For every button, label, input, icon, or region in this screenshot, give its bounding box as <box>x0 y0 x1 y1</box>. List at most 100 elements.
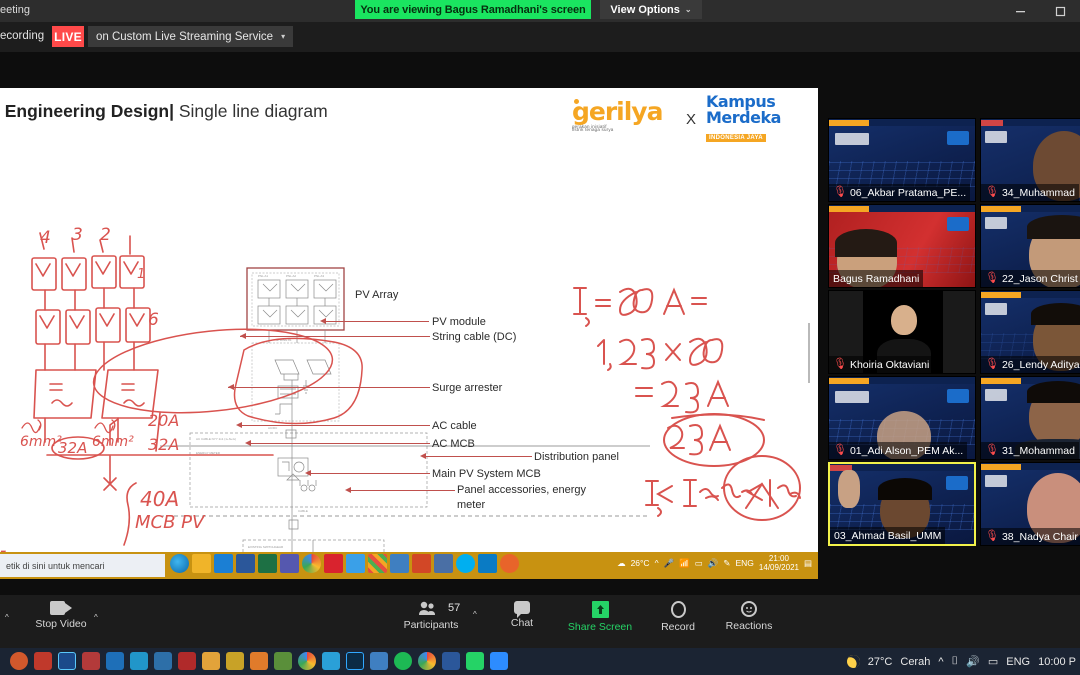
sai-icon[interactable] <box>178 652 196 670</box>
app-icon-2[interactable] <box>34 652 52 670</box>
chevron-up-icon[interactable]: ^ <box>938 656 943 668</box>
whatsapp-icon[interactable] <box>466 652 484 670</box>
volume-icon[interactable]: 🔊 <box>966 655 980 668</box>
acrobat-icon[interactable] <box>324 554 343 573</box>
mail-icon[interactable] <box>214 554 233 573</box>
app-grid-icon[interactable] <box>368 554 387 573</box>
shared-screen-content[interactable]: ailed Engineering Design| Single line di… <box>0 88 818 579</box>
windows-search-box[interactable]: etik di sini untuk mencari <box>0 554 165 577</box>
photos-icon[interactable] <box>390 554 409 573</box>
diamond-icon[interactable] <box>322 652 340 670</box>
live-streaming-service-button[interactable]: on Custom Live Streaming Service ▾ <box>88 26 294 47</box>
battery-icon[interactable]: ▭ <box>695 558 703 569</box>
host-language[interactable]: ENG <box>1006 656 1030 668</box>
file-explorer-icon[interactable] <box>192 554 211 573</box>
svg-text:2: 2 <box>100 225 111 245</box>
spotify-icon[interactable] <box>394 652 412 670</box>
bluetooth-icon[interactable] <box>154 652 172 670</box>
network-icon[interactable]: 📶 <box>679 558 690 569</box>
vscode-icon[interactable] <box>106 652 124 670</box>
chat-bubble-icon <box>514 601 530 618</box>
volume-icon[interactable]: 🔊 <box>708 558 719 569</box>
video-tile-0[interactable]: 🎙 06_Akbar Pratama_PE... <box>828 118 976 202</box>
video-options-caret-icon[interactable]: ^ <box>94 613 98 622</box>
telegram-icon[interactable] <box>130 652 148 670</box>
flame-icon[interactable] <box>250 652 268 670</box>
arrow-icon <box>420 453 426 459</box>
video-tile-6[interactable]: 🎙 01_Adi Alson_PEM Ak... <box>828 376 976 460</box>
teams-icon[interactable] <box>280 554 299 573</box>
camera-icon[interactable]: ⌷ <box>952 655 959 668</box>
kampus-merdeka-logo-icon <box>947 389 969 403</box>
participants-caret-icon[interactable]: ^ <box>473 610 477 619</box>
excel-icon[interactable] <box>258 554 277 573</box>
word-icon[interactable] <box>442 652 460 670</box>
file-explorer-icon[interactable] <box>202 652 220 670</box>
inner-language[interactable]: ENG <box>736 558 754 568</box>
video-tile-7[interactable]: 🎙 31_Mohammad <box>980 376 1080 460</box>
sublime-icon[interactable] <box>226 652 244 670</box>
video-tile-3[interactable]: 🎙 22_Jason Christ <box>980 204 1080 288</box>
pin-icon[interactable] <box>82 652 100 670</box>
video-tile-5[interactable]: 🎙 26_Lendy Aditya <box>980 290 1080 374</box>
annotation-ac-mcb: AC MCB <box>432 438 475 450</box>
chevron-down-icon: ▾ <box>281 32 286 41</box>
notification-icon[interactable]: ▤ <box>804 558 812 569</box>
minimize-button[interactable] <box>1000 0 1040 22</box>
notepadpp-icon[interactable] <box>274 652 292 670</box>
firefox-icon[interactable] <box>500 554 519 573</box>
unity-icon[interactable] <box>370 652 388 670</box>
photoshop-icon[interactable] <box>58 652 76 670</box>
svg-text:40A: 40A <box>140 487 179 511</box>
panel-drag-handle[interactable] <box>808 323 813 383</box>
stop-video-button[interactable]: Stop Video <box>28 601 94 630</box>
tile-slide-topbar <box>829 119 975 126</box>
chrome-icon[interactable] <box>302 554 321 573</box>
pen-icon[interactable]: ✎ <box>723 558 730 569</box>
windows-search-placeholder: etik di sini untuk mencari <box>6 560 105 571</box>
battery-icon[interactable]: ▭ <box>988 655 998 668</box>
calculator-icon[interactable] <box>434 554 453 573</box>
share-screen-button[interactable]: Share Screen <box>567 601 633 633</box>
host-clock[interactable]: 10:00 P <box>1038 656 1076 668</box>
video-tile-2[interactable]: Bagus Ramadhani <box>828 204 976 288</box>
stop-video-label: Stop Video <box>35 618 87 630</box>
weather-icon[interactable]: ☁ <box>617 558 626 569</box>
maximize-button[interactable] <box>1040 0 1080 22</box>
reactions-button[interactable]: Reactions <box>716 601 782 632</box>
audio-options-caret-icon[interactable]: ^ <box>5 613 9 622</box>
participants-label: Participants <box>403 619 459 631</box>
powerpoint-icon[interactable] <box>412 554 431 573</box>
video-tile-8[interactable]: 03_Ahmad Basil_UMM <box>828 462 976 546</box>
photoshop-ps-icon[interactable] <box>346 652 364 670</box>
tile-name-bar: 🎙 31_Mohammad <box>981 442 1079 459</box>
inner-temperature: 26°C <box>630 558 650 569</box>
svg-text:6mm²: 6mm² <box>92 434 134 450</box>
gerilya-logo-icon <box>835 391 869 403</box>
microphone-icon[interactable]: 🎤 <box>664 558 675 569</box>
ubuntu-icon[interactable] <box>10 652 28 670</box>
chat-button[interactable]: Chat <box>489 601 555 629</box>
chrome-icon-2[interactable] <box>418 652 436 670</box>
window-title: eeting <box>0 4 30 16</box>
video-tile-4[interactable]: 🎙 Khoiria Oktaviani <box>828 290 976 374</box>
word-icon[interactable] <box>236 554 255 573</box>
inner-clock[interactable]: 21:00 14/09/2021 <box>759 554 799 572</box>
video-tile-1[interactable]: 🎙 34_Muhammad <box>980 118 1080 202</box>
tile-slide-topbar <box>981 463 1080 470</box>
zoom-icon[interactable] <box>490 652 508 670</box>
record-button[interactable]: Record <box>645 601 711 633</box>
calendar-icon[interactable] <box>346 554 365 573</box>
video-tile-9[interactable]: 🎙 38_Nadya Chair <box>980 462 1080 546</box>
chrome-icon[interactable] <box>298 652 316 670</box>
svg-text:20A: 20A <box>148 411 179 430</box>
gerilya-logo-icon <box>985 217 1007 229</box>
chevron-up-icon[interactable]: ^ <box>655 558 659 568</box>
edge-icon[interactable] <box>170 554 189 573</box>
tile-slide-topbar <box>981 119 1080 126</box>
outlook-icon[interactable] <box>478 554 497 573</box>
live-badge: LIVE <box>52 26 84 47</box>
skype-icon[interactable] <box>456 554 475 573</box>
handwritten-annotations: 4 3 2 1 6 6mm² 6mm² 20A 32A 32A 40A MCB … <box>0 225 801 578</box>
view-options-button[interactable]: View Options ⌄ <box>600 0 702 19</box>
